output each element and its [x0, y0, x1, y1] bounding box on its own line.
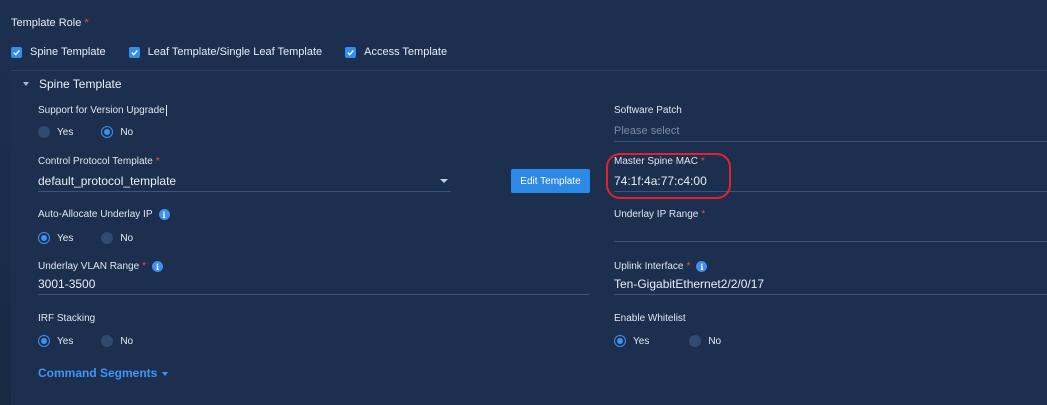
irf-stacking-text: IRF Stacking: [38, 313, 96, 324]
uplink-interface-field[interactable]: Ten-GigabitEthernet2/2/0/17: [614, 273, 1047, 295]
radio-on-icon: [614, 335, 626, 347]
radio-label: Yes: [633, 335, 650, 347]
auto-allocate-label: Auto-Allocate Underlay IP i: [38, 209, 170, 220]
annotation-highlight-ring: [606, 153, 731, 199]
command-segments-toggle[interactable]: Command Segments: [38, 366, 169, 380]
checkbox-label: Spine Template: [30, 46, 106, 58]
auto-allocate-yes[interactable]: Yes: [38, 232, 73, 244]
underlay-vlan-value: 3001-3500: [38, 276, 96, 291]
radio-on-icon: [38, 232, 50, 244]
checkbox-label: Leaf Template/Single Leaf Template: [147, 46, 323, 58]
spine-template-panel: Spine Template Support for Version Upgra…: [11, 70, 1047, 405]
required-mark: *: [142, 261, 147, 272]
radio-off-icon: [101, 232, 114, 244]
enable-whitelist-no[interactable]: No: [689, 335, 721, 347]
checkbox-label: Access Template: [364, 46, 448, 58]
required-mark: *: [701, 209, 706, 220]
uplink-interface-label: Uplink Interface * i: [614, 261, 708, 272]
irf-stacking-label: IRF Stacking: [38, 313, 95, 324]
template-role-label: Template Role *: [11, 17, 89, 29]
radio-label: No: [708, 335, 722, 347]
irf-stacking-radios: Yes No: [38, 335, 153, 347]
required-mark: *: [84, 17, 89, 29]
info-icon[interactable]: i: [696, 261, 708, 272]
software-patch-label: Software Patch: [614, 105, 682, 116]
radio-label: No: [120, 335, 134, 347]
checkbox-checked-icon: [128, 46, 140, 58]
edit-template-button[interactable]: Edit Template: [511, 169, 590, 193]
underlay-ip-range-text: Underlay IP Range: [614, 209, 699, 220]
template-role-text: Template Role: [11, 17, 82, 29]
control-protocol-value: default_protocol_template: [38, 173, 177, 188]
control-protocol-label: Control Protocol Template *: [38, 156, 160, 167]
uplink-interface-text: Uplink Interface: [614, 261, 684, 272]
edit-template-label: Edit Template: [520, 175, 581, 187]
radio-label: No: [120, 232, 134, 244]
info-icon[interactable]: i: [158, 209, 170, 220]
text-cursor: [165, 105, 167, 116]
enable-whitelist-yes[interactable]: Yes: [614, 335, 649, 347]
collapse-caret-icon: [23, 82, 29, 86]
support-upgrade-yes[interactable]: Yes: [38, 126, 73, 138]
support-upgrade-text: Support for Version Upgrade: [38, 105, 165, 116]
radio-label: No: [120, 126, 134, 138]
required-mark: *: [155, 156, 160, 167]
irf-stacking-no[interactable]: No: [101, 335, 133, 347]
radio-off-icon: [38, 126, 50, 138]
auto-allocate-no[interactable]: No: [101, 232, 133, 244]
underlay-vlan-text: Underlay VLAN Range: [38, 261, 140, 272]
command-segments-label: Command Segments: [38, 366, 158, 380]
uplink-interface-value: Ten-GigabitEthernet2/2/0/17: [614, 276, 765, 291]
control-protocol-text: Control Protocol Template: [38, 156, 153, 167]
radio-label: Yes: [57, 126, 74, 138]
radio-off-icon: [101, 335, 114, 347]
template-role-options: Spine Template Leaf Template/Single Leaf…: [11, 46, 470, 58]
enable-whitelist-text: Enable Whitelist: [614, 313, 686, 324]
radio-label: Yes: [57, 232, 74, 244]
dropdown-arrow-icon: [440, 179, 448, 183]
irf-stacking-yes[interactable]: Yes: [38, 335, 73, 347]
support-upgrade-radios: Yes No: [38, 126, 153, 138]
expand-caret-icon: [162, 372, 169, 376]
software-patch-select[interactable]: Please select: [614, 120, 1047, 142]
underlay-ip-range-label: Underlay IP Range *: [614, 209, 705, 220]
underlay-vlan-field[interactable]: 3001-3500: [38, 273, 589, 295]
software-patch-text: Software Patch: [614, 105, 682, 116]
checkbox-checked-icon: [345, 46, 357, 58]
panel-header[interactable]: Spine Template: [23, 77, 122, 91]
auto-allocate-radios: Yes No: [38, 232, 153, 244]
page: Template Role * Spine Template Leaf Templ…: [0, 0, 1047, 405]
info-icon[interactable]: i: [152, 261, 164, 272]
software-patch-placeholder: Please select: [614, 124, 680, 137]
leaf-template-checkbox[interactable]: Leaf Template/Single Leaf Template: [128, 46, 323, 58]
underlay-vlan-label: Underlay VLAN Range * i: [38, 261, 164, 272]
radio-on-icon: [38, 335, 50, 347]
access-template-checkbox[interactable]: Access Template: [345, 46, 447, 58]
underlay-ip-range-field[interactable]: [614, 220, 1047, 242]
required-mark: *: [686, 261, 691, 272]
enable-whitelist-radios: Yes No: [614, 335, 741, 347]
spine-template-checkbox[interactable]: Spine Template: [11, 46, 106, 58]
support-upgrade-label: Support for Version Upgrade: [38, 105, 167, 116]
radio-off-icon: [689, 335, 702, 347]
support-upgrade-no[interactable]: No: [101, 126, 133, 138]
auto-allocate-text: Auto-Allocate Underlay IP: [38, 209, 153, 220]
panel-title: Spine Template: [39, 77, 122, 91]
checkbox-checked-icon: [11, 46, 22, 58]
enable-whitelist-label: Enable Whitelist: [614, 313, 686, 324]
control-protocol-select[interactable]: default_protocol_template: [38, 170, 451, 192]
radio-on-icon: [101, 126, 114, 138]
radio-label: Yes: [57, 335, 74, 347]
